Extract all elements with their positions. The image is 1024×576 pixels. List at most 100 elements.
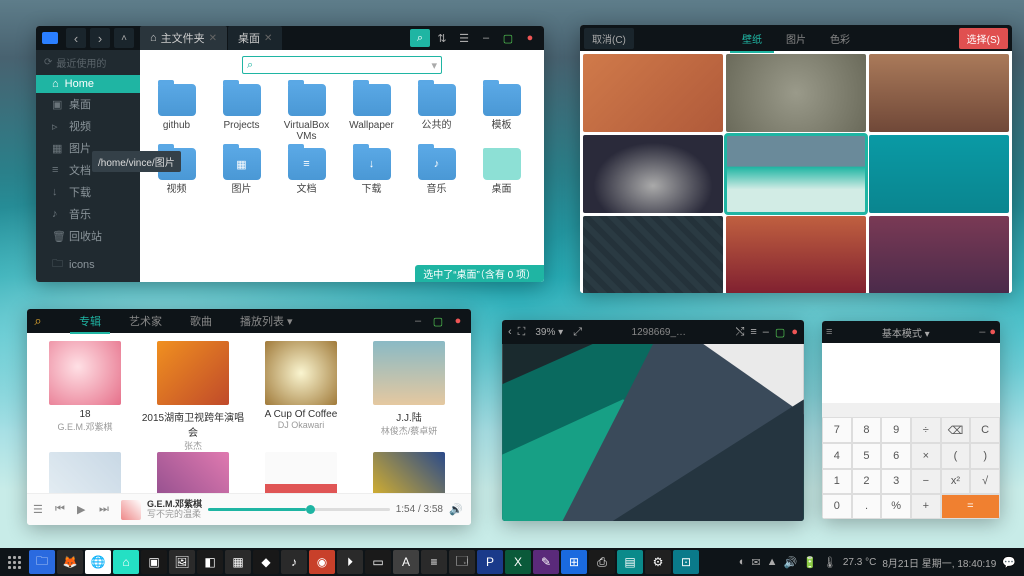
calc-key[interactable]: .	[852, 494, 882, 519]
maximize-button[interactable]: ▢	[498, 29, 518, 47]
album-item[interactable]: 18G.E.M.邓紫棋	[31, 341, 139, 452]
forward-button[interactable]: ›	[90, 28, 110, 48]
wallpaper-thumbnail[interactable]	[726, 216, 866, 293]
cancel-button[interactable]: 取消(C)	[584, 28, 634, 49]
taskbar-app-icon[interactable]: 🖼	[169, 550, 195, 574]
menu-button[interactable]: ≡	[826, 326, 832, 338]
taskbar-app-icon[interactable]: ▦	[225, 550, 251, 574]
tray-icon[interactable]: ◐	[739, 556, 746, 568]
taskbar-app-icon[interactable]: 🌐	[85, 550, 111, 574]
calc-key[interactable]: −	[911, 469, 941, 494]
progress-bar[interactable]	[208, 508, 390, 511]
date-time-display[interactable]: 8月21日 星期一, 18:40:19	[882, 555, 996, 570]
minimize-button[interactable]: –	[476, 29, 496, 47]
taskbar-app-icon[interactable]: ◆	[253, 550, 279, 574]
taskbar-app-icon[interactable]: 🗀	[29, 550, 55, 574]
search-icon[interactable]: ⌕	[27, 313, 49, 329]
tray-volume-icon[interactable]: 🔊	[784, 556, 798, 569]
file-item[interactable]: ♪音乐	[404, 148, 469, 195]
fit-icon[interactable]: ⛶	[518, 326, 526, 339]
maximize-button[interactable]: ▢	[429, 315, 447, 328]
sidebar-bookmark[interactable]: 🗀themes	[36, 277, 140, 282]
music-tab[interactable]: 专辑	[65, 309, 115, 334]
wallpaper-thumbnail[interactable]	[583, 54, 723, 132]
tray-wifi-icon[interactable]: ▲	[767, 556, 778, 568]
album-item[interactable]	[247, 452, 355, 493]
taskbar-app-icon[interactable]: ✎	[533, 550, 559, 574]
taskbar-app-icon[interactable]: ◧	[197, 550, 223, 574]
sidebar-item[interactable]: ♪音乐	[36, 203, 140, 225]
file-item[interactable]: VirtualBox VMs	[274, 84, 339, 142]
taskbar-app-icon[interactable]: X	[505, 550, 531, 574]
play-button[interactable]: ▶	[77, 503, 93, 516]
taskbar-app-icon[interactable]: ⌂	[113, 550, 139, 574]
volume-icon[interactable]: 🔊	[449, 503, 465, 516]
calc-key[interactable]: x²	[941, 469, 971, 494]
calc-key[interactable]: 5	[852, 443, 882, 468]
tray-battery-icon[interactable]: 🔋	[803, 556, 817, 569]
album-item[interactable]	[139, 452, 247, 493]
file-item[interactable]: 桌面	[469, 148, 534, 195]
music-tab[interactable]: 播放列表 ▾	[226, 309, 307, 334]
back-button[interactable]: ‹	[66, 28, 86, 48]
calc-key[interactable]: =	[941, 494, 1000, 519]
calc-key[interactable]: ÷	[911, 417, 941, 443]
next-button[interactable]: ⏭	[99, 503, 115, 516]
taskbar-app-icon[interactable]: 🗔	[449, 550, 475, 574]
wallpaper-tab[interactable]: 图片	[774, 25, 818, 53]
calc-key[interactable]: C	[970, 417, 1000, 443]
taskbar-app-icon[interactable]: ≡	[421, 550, 447, 574]
file-item[interactable]: ▦图片	[209, 148, 274, 195]
file-item[interactable]: ▹视频	[144, 148, 209, 195]
taskbar-app-icon[interactable]: ◉	[309, 550, 335, 574]
taskbar-app-icon[interactable]: ⚙	[645, 550, 671, 574]
tray-icon[interactable]: ✉	[751, 556, 760, 569]
sidebar-item[interactable]: ▹视频	[36, 115, 140, 137]
calc-key[interactable]: 6	[881, 443, 911, 468]
album-item[interactable]: J.J.陆林俊杰/蔡卓妍	[355, 341, 463, 452]
taskbar-app-icon[interactable]: ⎙	[589, 550, 615, 574]
tray-temp-icon[interactable]: 🌡	[823, 556, 837, 569]
wallpaper-thumbnail[interactable]	[869, 135, 1009, 213]
menu-icon[interactable]: ≡	[750, 326, 756, 338]
sidebar-item[interactable]: ≡文档	[36, 159, 140, 181]
file-item[interactable]: 公共的	[404, 84, 469, 142]
fm-tab[interactable]: ⌂ 主文件夹 ✕	[140, 26, 227, 50]
notifications-icon[interactable]: 💬	[1002, 556, 1016, 569]
close-button[interactable]: ●	[520, 29, 540, 47]
calc-key[interactable]: %	[881, 494, 911, 519]
calc-key[interactable]: 1	[822, 469, 852, 494]
calc-key[interactable]: (	[941, 443, 971, 468]
calc-key[interactable]: 3	[881, 469, 911, 494]
view-icon[interactable]: ☰	[454, 29, 474, 47]
calc-key[interactable]: )	[970, 443, 1000, 468]
music-tab[interactable]: 歌曲	[176, 309, 226, 334]
sort-icon[interactable]: ⇅	[432, 29, 452, 47]
close-button[interactable]: ●	[449, 315, 467, 328]
close-button[interactable]: ●	[985, 326, 996, 338]
select-button[interactable]: 选择(S)	[959, 28, 1008, 49]
calc-key[interactable]: 4	[822, 443, 852, 468]
taskbar-app-icon[interactable]: ▤	[617, 550, 643, 574]
sidebar-item[interactable]: ▣桌面	[36, 93, 140, 115]
zoom-display[interactable]: 39% ▾	[531, 327, 567, 338]
album-item[interactable]	[31, 452, 139, 493]
file-item[interactable]: ≡文档	[274, 148, 339, 195]
sidebar-item[interactable]: ▦图片	[36, 137, 140, 159]
wallpaper-thumbnail[interactable]	[583, 216, 723, 293]
shuffle-icon[interactable]: ⤭	[736, 326, 745, 339]
up-button[interactable]: ˄	[114, 28, 134, 48]
sidebar-item[interactable]: ↓下载	[36, 181, 140, 203]
taskbar-app-icon[interactable]: 🦊	[57, 550, 83, 574]
playlist-icon[interactable]: ☰	[33, 503, 49, 516]
taskbar-app-icon[interactable]: P	[477, 550, 503, 574]
calc-key[interactable]: +	[911, 494, 941, 519]
taskbar-app-icon[interactable]: ⊡	[673, 550, 699, 574]
recent-header[interactable]: ⟳ 最近使用的	[36, 50, 140, 75]
file-item[interactable]: github	[144, 84, 209, 142]
minimize-button[interactable]: –	[409, 315, 427, 328]
calc-key[interactable]: 2	[852, 469, 882, 494]
calc-key[interactable]: 9	[881, 417, 911, 443]
sidebar-item[interactable]: 🗑回收站	[36, 225, 140, 247]
file-item[interactable]: Wallpaper	[339, 84, 404, 142]
